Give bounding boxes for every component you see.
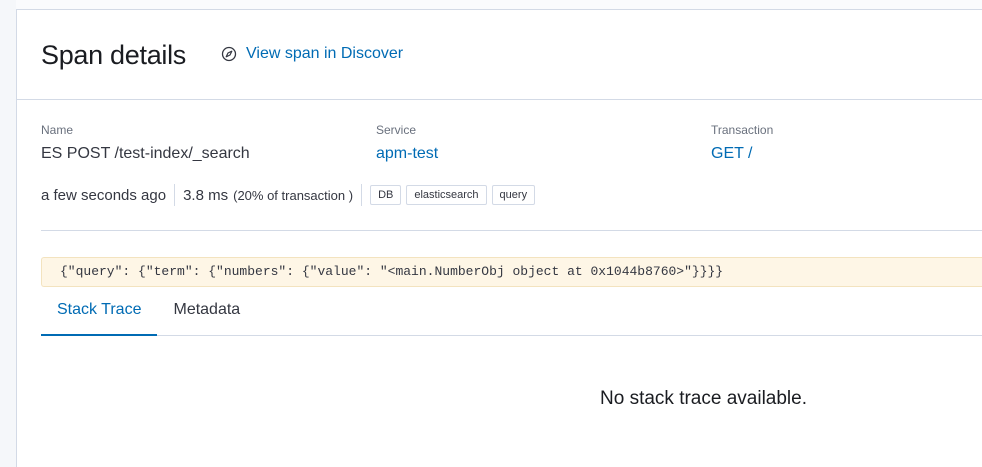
- view-in-discover-link[interactable]: View span in Discover: [221, 45, 403, 63]
- name-label: Name: [41, 123, 74, 137]
- duration-percent: (20% of transaction ): [233, 187, 354, 203]
- service-label: Service: [376, 123, 417, 137]
- badge-type: DB: [370, 185, 402, 205]
- transaction-label: Transaction: [711, 123, 774, 137]
- section-divider: [41, 230, 982, 231]
- badge-action: query: [491, 185, 536, 205]
- span-details-flyout: Span details View span in Discover Name …: [16, 9, 982, 467]
- summary-divider: [174, 184, 176, 206]
- badge-subtype: elasticsearch: [406, 185, 487, 205]
- timestamp: a few seconds ago: [41, 186, 167, 204]
- service-link[interactable]: apm-test: [376, 145, 438, 163]
- summary-divider: [361, 184, 363, 206]
- flyout-header: Span details View span in Discover: [17, 10, 982, 100]
- span-name: ES POST /test-index/_search: [41, 145, 250, 162]
- span-summary: a few seconds ago 3.8 ms (20% of transac…: [41, 183, 540, 207]
- db-statement: {"query": {"term": {"numbers": {"value":…: [41, 257, 982, 287]
- view-in-discover-label: View span in Discover: [246, 45, 404, 62]
- transaction-link[interactable]: GET /: [711, 145, 753, 163]
- background-page: [0, 0, 16, 467]
- tab-stack-trace[interactable]: Stack Trace: [41, 298, 158, 336]
- flyout-top-strip: [16, 0, 982, 9]
- flyout-title: Span details: [41, 40, 187, 70]
- duration: 3.8 ms: [183, 186, 229, 204]
- empty-stack-trace-message: No stack trace available.: [600, 388, 807, 409]
- tab-bar: Stack Trace Metadata: [41, 298, 982, 336]
- compass-icon: [221, 46, 237, 62]
- tab-metadata[interactable]: Metadata: [157, 298, 256, 336]
